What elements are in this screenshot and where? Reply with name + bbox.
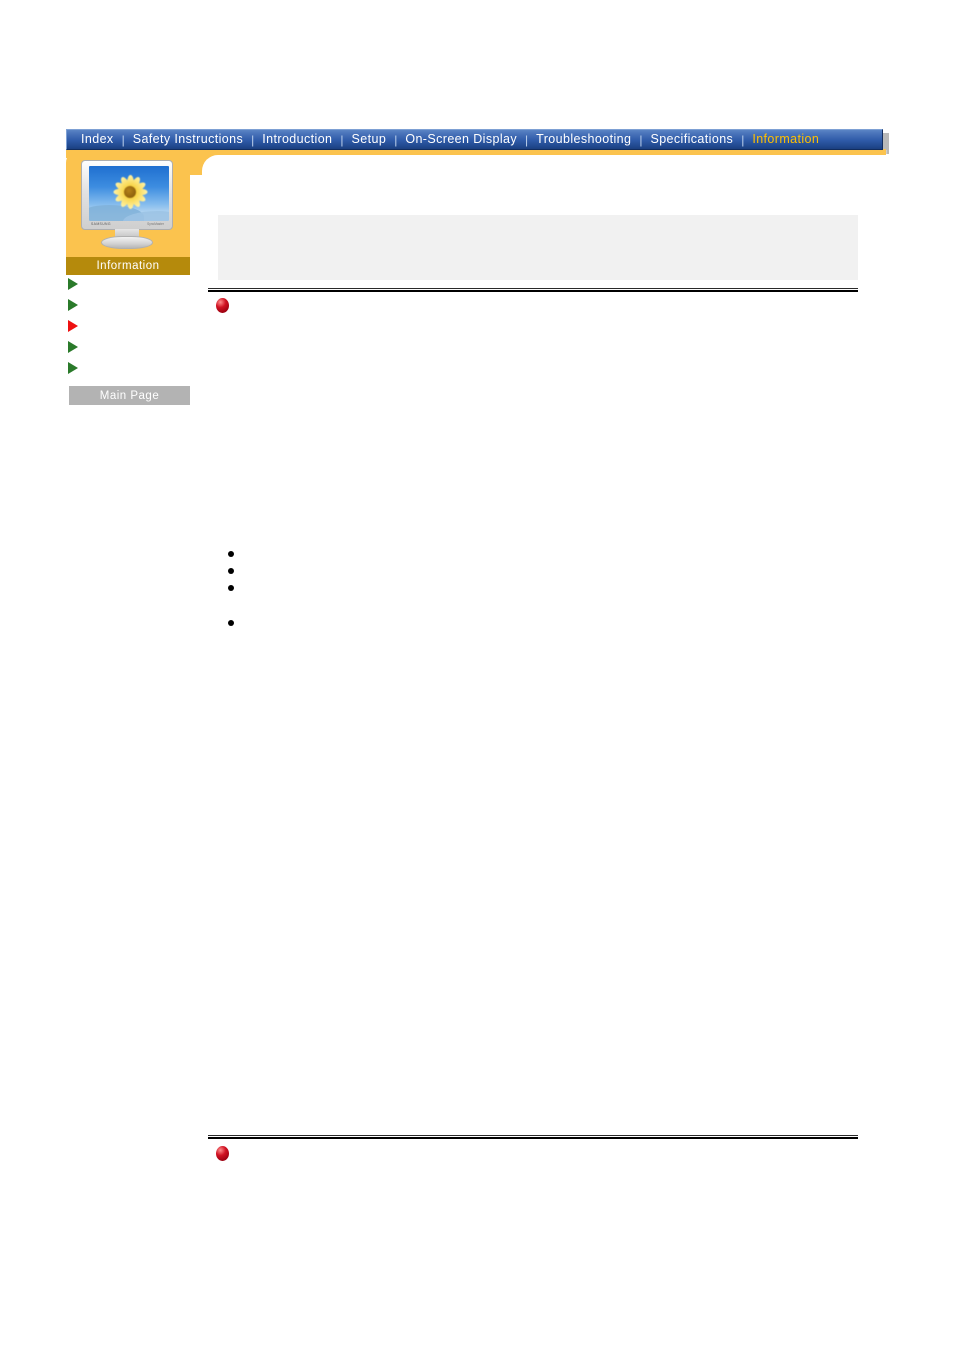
list-item [228, 546, 828, 563]
sidebar-item-5[interactable] [68, 360, 190, 376]
section-divider-top [208, 288, 858, 292]
nav-item-specifications[interactable]: Specifications [643, 130, 740, 149]
monitor-brand-label: SAMSUNG [91, 222, 111, 226]
list-item [228, 580, 828, 597]
monitor-screen [89, 166, 169, 221]
nav-item-setup[interactable]: Setup [345, 130, 394, 149]
content-panel [202, 175, 886, 1275]
disc-bullet-icon [228, 568, 234, 574]
green-triangle-icon [68, 341, 78, 353]
nav-item-index[interactable]: Index [74, 130, 121, 149]
nav-item-safety-instructions[interactable]: Safety Instructions [126, 130, 250, 149]
sunflower-core [124, 186, 136, 198]
red-sphere-bullet-icon [216, 1146, 229, 1161]
sidebar-item-1[interactable] [68, 276, 190, 292]
monitor-bezel: SAMSUNG SyncMaster [81, 160, 173, 230]
green-triangle-icon [68, 362, 78, 374]
disc-bullet-icon [228, 551, 234, 557]
red-sphere-bullet-icon [216, 298, 229, 313]
nav-item-introduction[interactable]: Introduction [255, 130, 339, 149]
sidebar-item-3[interactable] [68, 318, 190, 334]
content-bullet-list [228, 546, 828, 632]
disc-bullet-icon [228, 585, 234, 591]
monitor-base [101, 236, 153, 249]
sidebar-section-label: Information [66, 257, 190, 275]
monitor-illustration: SAMSUNG SyncMaster [79, 160, 178, 249]
sidebar-monitor-thumbnail: SAMSUNG SyncMaster [79, 160, 178, 252]
sidebar-item-4[interactable] [68, 339, 190, 355]
list-item [228, 563, 828, 580]
sunflower-icon [111, 173, 149, 211]
nav-item-on-screen-display[interactable]: On-Screen Display [398, 130, 524, 149]
green-triangle-icon [68, 278, 78, 290]
notice-box [218, 215, 858, 280]
green-triangle-icon [68, 299, 78, 311]
list-item [228, 615, 828, 632]
section-divider-bottom [208, 1135, 858, 1139]
nav-item-troubleshooting[interactable]: Troubleshooting [529, 130, 638, 149]
disc-bullet-icon [228, 620, 234, 626]
main-navigation-bar: Index | Safety Instructions | Introducti… [66, 129, 883, 150]
notice-box-text [218, 215, 858, 231]
main-page-button[interactable]: Main Page [69, 386, 190, 405]
red-triangle-icon [68, 320, 78, 332]
monitor-model-label: SyncMaster [147, 222, 164, 226]
nav-item-information[interactable]: Information [745, 130, 826, 149]
sidebar-item-2[interactable] [68, 297, 190, 313]
